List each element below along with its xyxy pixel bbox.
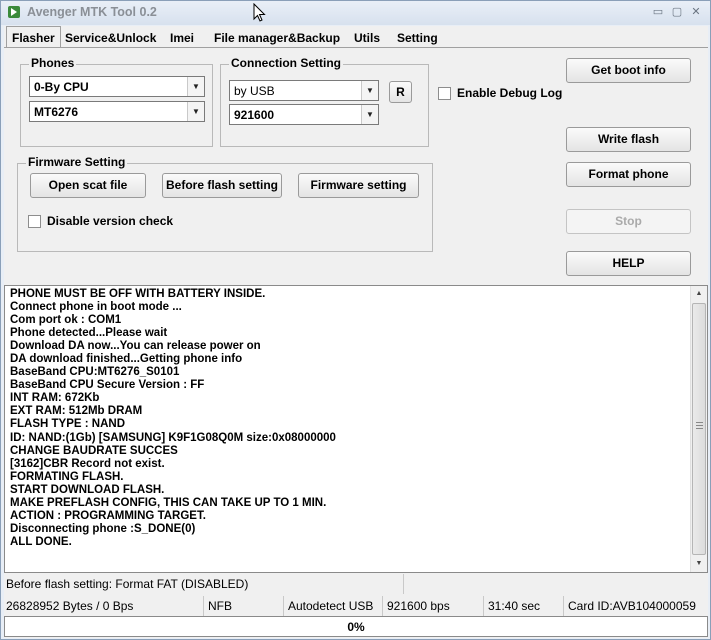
tab-strip: Flasher Service&Unlock Imei File manager…: [4, 26, 708, 48]
debug-log-checkbox[interactable]: Enable Debug Log: [438, 86, 562, 100]
app-window: Avenger MTK Tool 0.2 ▭ ▢ ✕ Flasher Servi…: [0, 0, 711, 640]
maximize-icon[interactable]: ▢: [668, 5, 686, 19]
help-button[interactable]: HELP: [566, 251, 691, 276]
status-card-id: Card ID:AVB104000059: [568, 599, 696, 613]
port-select[interactable]: by USB ▼: [229, 80, 379, 101]
status-baud: 921600 bps: [385, 596, 484, 616]
log-line: START DOWNLOAD FLASH.: [10, 483, 165, 496]
client-area: Flasher Service&Unlock Imei File manager…: [4, 26, 708, 638]
log-line: Phone detected...Please wait: [10, 327, 168, 340]
grip-icon: [696, 422, 703, 429]
tab-imei[interactable]: Imei: [165, 29, 199, 48]
open-scat-file-button[interactable]: Open scat file: [30, 173, 146, 198]
refresh-ports-button[interactable]: R: [389, 81, 412, 103]
title-bar[interactable]: Avenger MTK Tool 0.2 ▭ ▢ ✕: [1, 1, 710, 25]
firmware-setting-button[interactable]: Firmware setting: [298, 173, 419, 198]
app-icon: [8, 6, 20, 18]
baud-select-value: 921600: [234, 108, 275, 122]
baud-select[interactable]: 921600 ▼: [229, 104, 379, 125]
tab-service-unlock[interactable]: Service&Unlock: [60, 29, 161, 48]
phones-group: Phones 0-By CPU ▼ MT6276 ▼: [20, 56, 213, 147]
stop-button[interactable]: Stop: [566, 209, 691, 234]
mouse-cursor-icon: [253, 3, 266, 22]
log-line: Disconnecting phone :S_DONE(0): [10, 522, 196, 535]
log-line: BaseBand CPU Secure Version : FF: [10, 379, 205, 392]
firmware-legend: Firmware Setting: [26, 155, 128, 169]
disable-version-label: Disable version check: [47, 214, 174, 228]
log-line: FORMATING FLASH.: [10, 470, 124, 483]
window-title: Avenger MTK Tool 0.2: [27, 5, 157, 19]
cpu-select-value: 0-By CPU: [34, 80, 89, 94]
scroll-up-icon[interactable]: ▲: [691, 286, 707, 302]
log-line: BaseBand CPU:MT6276_S0101: [10, 366, 180, 379]
log-line: FLASH TYPE : NAND: [10, 418, 125, 431]
log-lines: PHONE MUST BE OFF WITH BATTERY INSIDE. C…: [10, 288, 336, 549]
log-line: ACTION : PROGRAMMING TARGET.: [10, 509, 206, 522]
flasher-panel: Phones 0-By CPU ▼ MT6276 ▼ Connection Se…: [4, 47, 708, 285]
status-bytes: 26828952 Bytes / 0 Bps: [4, 596, 204, 616]
log-line: EXT RAM: 512Mb DRAM: [10, 405, 143, 418]
port-select-value: by USB: [234, 84, 275, 98]
status-bar-message: Before flash setting: Format FAT (DISABL…: [4, 574, 708, 594]
cpu-select[interactable]: 0-By CPU ▼: [29, 76, 205, 97]
progress-bar: 0%: [4, 616, 708, 637]
minimize-icon[interactable]: ▭: [649, 5, 667, 19]
connection-group: Connection Setting by USB ▼ 921600 ▼ R: [220, 56, 429, 147]
log-line: INT RAM: 672Kb: [10, 392, 100, 405]
tab-file-manager-backup[interactable]: File manager&Backup: [209, 29, 345, 48]
close-icon[interactable]: ✕: [687, 5, 705, 19]
log-line: ID: NAND:(1Gb) [SAMSUNG] K9F1G08Q0M size…: [10, 431, 336, 444]
log-line: [3162]CBR Record not exist.: [10, 457, 165, 470]
firmware-group: Firmware Setting Open scat file Before f…: [17, 155, 433, 252]
log-line: Com port ok : COM1: [10, 314, 122, 327]
debug-log-label: Enable Debug Log: [457, 86, 563, 100]
format-phone-button[interactable]: Format phone: [566, 162, 691, 187]
get-boot-info-button[interactable]: Get boot info: [566, 58, 691, 83]
progress-label: 0%: [347, 620, 365, 634]
chevron-down-icon[interactable]: ▼: [187, 102, 204, 121]
log-line: Connect phone in boot mode ...: [10, 301, 182, 314]
log-line: PHONE MUST BE OFF WITH BATTERY INSIDE.: [10, 288, 266, 300]
debug-log-checkbox-box[interactable]: [438, 86, 451, 100]
disable-version-checkbox-box[interactable]: [28, 214, 41, 228]
tab-utils[interactable]: Utils: [349, 29, 385, 48]
chevron-down-icon[interactable]: ▼: [187, 77, 204, 96]
log-output[interactable]: PHONE MUST BE OFF WITH BATTERY INSIDE. C…: [4, 285, 708, 573]
write-flash-button[interactable]: Write flash: [566, 127, 691, 152]
scroll-down-icon[interactable]: ▼: [691, 556, 707, 572]
log-scrollbar[interactable]: ▲ ▼: [690, 286, 707, 572]
status-message: Before flash setting: Format FAT (DISABL…: [4, 574, 404, 594]
model-select[interactable]: MT6276 ▼: [29, 101, 205, 122]
log-line: ALL DONE.: [10, 535, 72, 548]
model-select-value: MT6276: [34, 105, 79, 119]
status-time: 31:40 sec: [486, 596, 564, 616]
log-line: DA download finished...Getting phone inf…: [10, 353, 243, 366]
connection-legend: Connection Setting: [229, 56, 343, 70]
scrollbar-thumb[interactable]: [692, 303, 706, 555]
disable-version-check-checkbox[interactable]: Disable version check: [28, 214, 173, 228]
tab-flasher[interactable]: Flasher: [6, 26, 61, 48]
log-line: Download DA now...You can release power …: [10, 340, 261, 353]
phones-legend: Phones: [29, 56, 77, 70]
log-line: CHANGE BAUDRATE SUCCES: [10, 444, 178, 457]
chevron-down-icon[interactable]: ▼: [361, 105, 378, 124]
tab-setting[interactable]: Setting: [392, 29, 443, 48]
status-nfb: NFB: [206, 596, 284, 616]
before-flash-setting-button[interactable]: Before flash setting: [162, 173, 282, 198]
status-detect-mode: Autodetect USB: [286, 596, 383, 616]
status-bar-transfer: 26828952 Bytes / 0 Bps NFB Autodetect US…: [4, 596, 708, 616]
chevron-down-icon[interactable]: ▼: [361, 81, 378, 100]
log-line: MAKE PREFLASH CONFIG, THIS CAN TAKE UP T…: [10, 496, 327, 509]
